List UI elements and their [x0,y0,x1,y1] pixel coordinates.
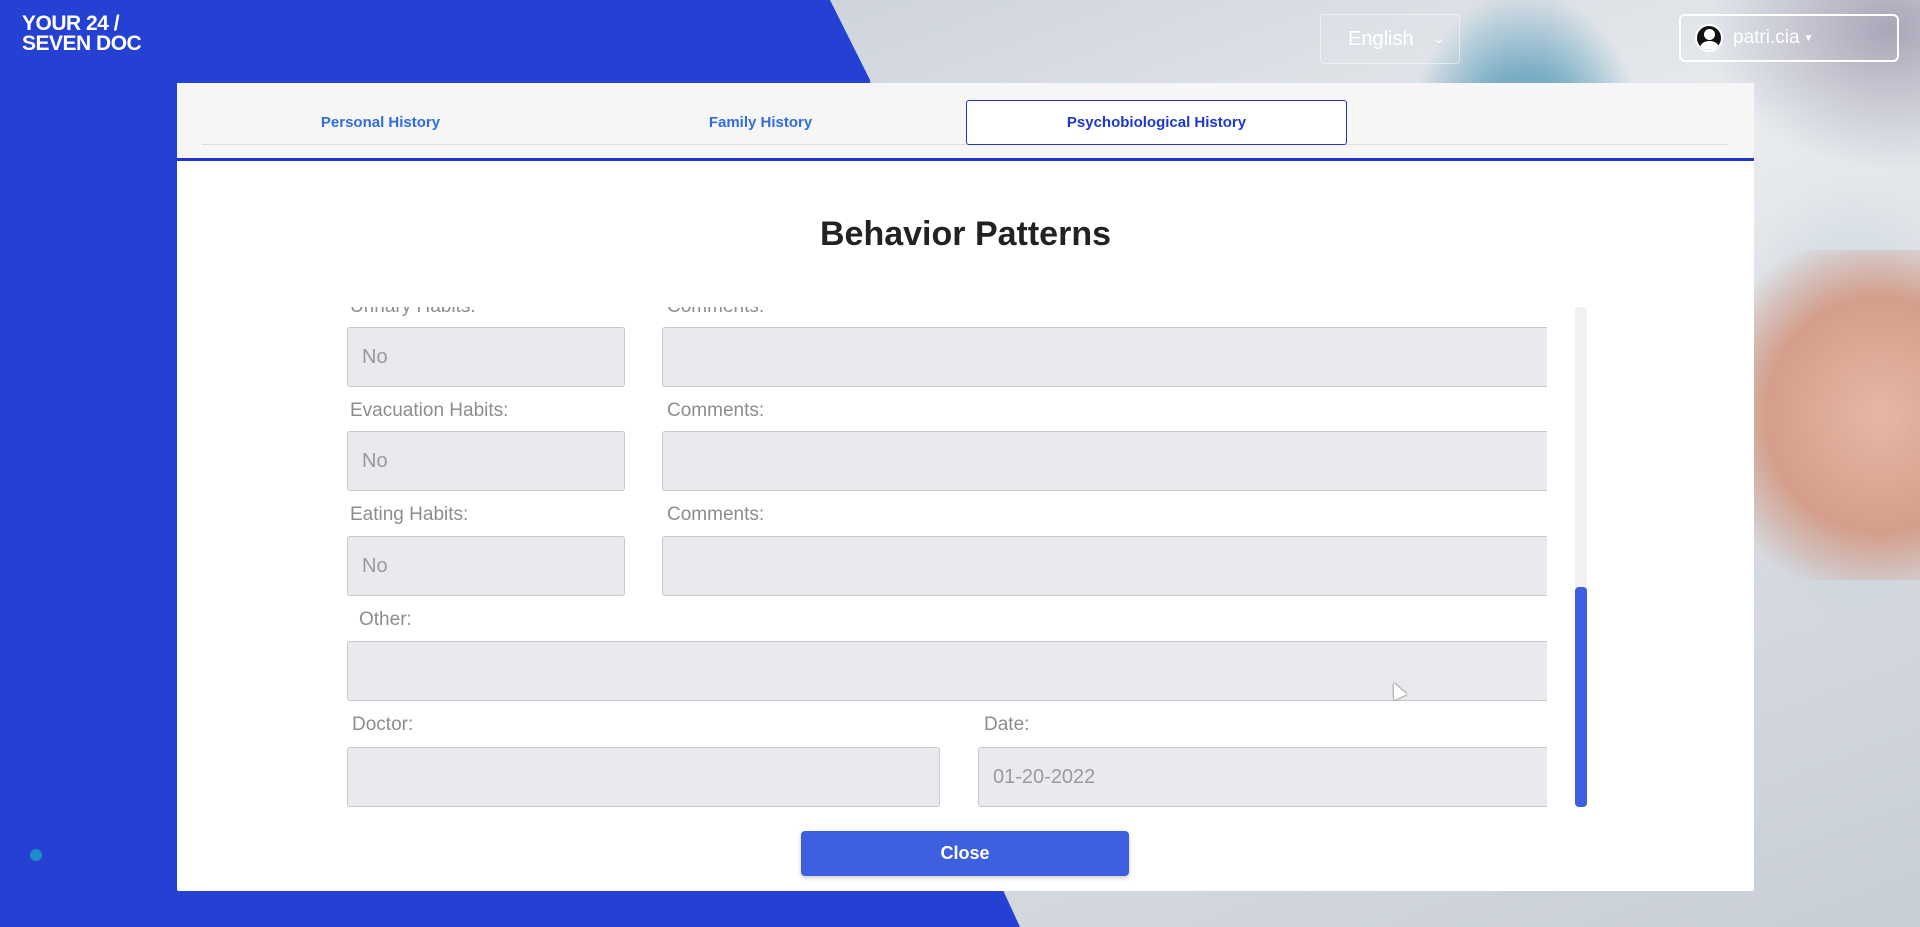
app-logo[interactable]: YOUR 24 / SEVEN DOC [22,12,142,55]
evacuation-habits-field[interactable]: No [347,431,625,491]
eating-habits-field[interactable]: No [347,536,625,596]
chat-widget-icon[interactable] [30,849,42,861]
date-field[interactable]: 01-20-2022 [978,747,1547,807]
history-card: Personal History Family History Psychobi… [177,83,1754,891]
urinary-habits-field[interactable]: No [347,327,625,387]
close-button[interactable]: Close [801,831,1129,876]
urinary-habits-label: Urinary Habits: [350,307,476,318]
doctor-field[interactable] [347,747,940,807]
language-select[interactable]: English ⌄ [1320,14,1460,64]
eating-comments-field[interactable] [662,536,1547,596]
scrollbar-thumb[interactable] [1575,587,1587,807]
evacuation-habits-label: Evacuation Habits: [350,400,509,421]
username: patri.cia [1733,27,1800,48]
evacuation-comments-label: Comments: [667,400,765,421]
logo-line-1: YOUR 24 / [22,12,120,35]
form-scroll-area[interactable]: Urinary Habits: Comments: No Evacuation … [347,307,1547,807]
urinary-comments-label: Comments: [667,307,764,318]
tab-personal-history[interactable]: Personal History [190,100,571,145]
eating-habits-label: Eating Habits: [350,504,469,525]
section-title: Behavior Patterns [820,215,1111,253]
caret-down-icon: ▼ [1803,32,1814,44]
other-label: Other: [359,609,412,630]
tab-family-history[interactable]: Family History [570,100,951,145]
doctor-label: Doctor: [352,714,414,735]
urinary-comments-field[interactable] [662,327,1547,387]
language-value: English [1348,27,1414,50]
chevron-down-icon: ⌄ [1433,30,1445,46]
eating-comments-label: Comments: [667,504,765,525]
tab-psychobiological-history[interactable]: Psychobiological History [966,100,1347,145]
date-label: Date: [984,714,1030,735]
logo-line-2: SEVEN DOC [22,32,142,55]
user-avatar-icon [1695,24,1723,52]
evacuation-comments-field[interactable] [662,431,1547,491]
other-field[interactable] [347,641,1547,701]
user-menu-button[interactable]: patri.cia ▼ [1679,14,1899,62]
tab-bar: Personal History Family History Psychobi… [177,83,1754,161]
